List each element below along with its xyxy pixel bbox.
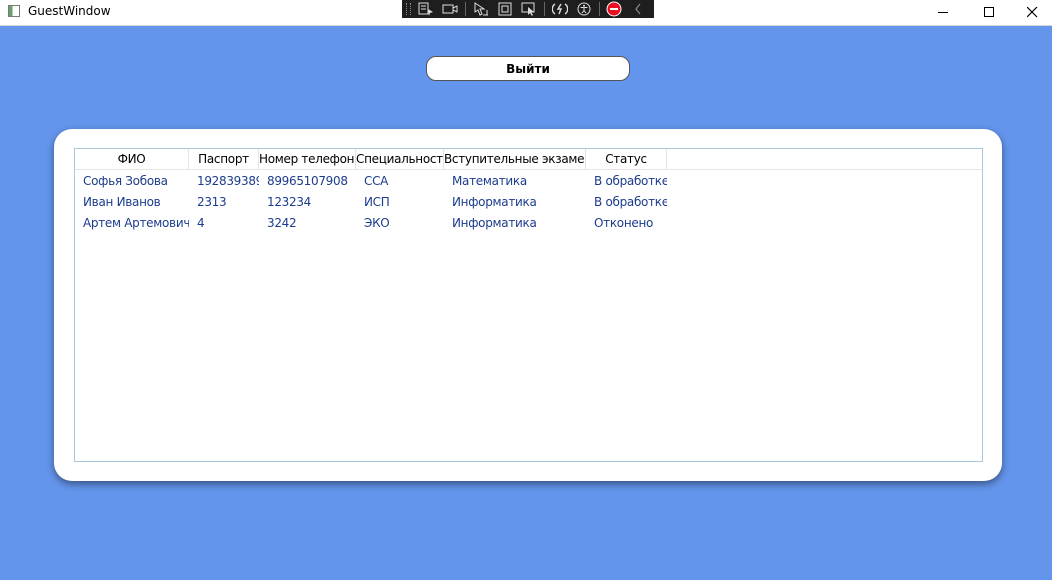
accessibility-icon[interactable] [575, 1, 592, 17]
column-header-exams[interactable]: Вступительные экзамены [444, 149, 586, 169]
cell-exams[interactable]: Математика [444, 171, 586, 192]
cell-passport[interactable]: 2313 [189, 192, 259, 213]
track-focus-icon[interactable] [441, 1, 458, 17]
column-header-status[interactable]: Статус [586, 149, 667, 169]
select-element-icon[interactable] [417, 1, 434, 17]
cell-passport[interactable]: 192839389 [189, 171, 259, 192]
table-row[interactable]: Иван Иванов 2313 123234 ИСП Информатика … [75, 192, 982, 213]
cell-fio[interactable]: Артем Артемович [75, 213, 189, 234]
cell-fio[interactable]: Софья Зобова [75, 171, 189, 192]
column-header-fio[interactable]: ФИО [75, 149, 189, 169]
cell-fio[interactable]: Иван Иванов [75, 192, 189, 213]
applicants-table[interactable]: ФИО Паспорт Номер телефона Специальность… [74, 148, 983, 462]
toolbar-grip[interactable] [406, 3, 412, 15]
column-header-phone[interactable]: Номер телефона [259, 149, 356, 169]
maximize-button[interactable] [966, 0, 1012, 24]
cell-status[interactable]: В обработке [586, 171, 667, 192]
cell-status[interactable]: В обработке [586, 192, 667, 213]
cell-phone[interactable]: 123234 [259, 192, 356, 213]
display-layout-adorners-icon[interactable] [496, 1, 513, 17]
window-title: GuestWindow [28, 4, 111, 18]
minimize-button-2[interactable] [920, 0, 966, 24]
table-header: ФИО Паспорт Номер телефона Специальность… [75, 149, 982, 170]
cell-specialty[interactable]: ЭКО [356, 213, 444, 234]
close-button[interactable] [1012, 0, 1052, 24]
cell-specialty[interactable]: ССА [356, 171, 444, 192]
content-card: ФИО Паспорт Номер телефона Специальность… [54, 129, 1002, 481]
cell-phone[interactable]: 89965107908 [259, 171, 356, 192]
cell-exams[interactable]: Информатика [444, 213, 586, 234]
cell-status[interactable]: Отконено [586, 213, 667, 234]
toolbar-separator [599, 2, 600, 16]
table-body: Софья Зобова 192839389 89965107908 ССА М… [75, 171, 982, 234]
cell-specialty[interactable]: ИСП [356, 192, 444, 213]
column-header-specialty[interactable]: Специальность [356, 149, 444, 169]
debug-toolbar [402, 0, 654, 18]
hot-reload-icon[interactable] [551, 1, 568, 17]
toolbar-separator [465, 2, 467, 16]
cell-exams[interactable]: Информатика [444, 192, 586, 213]
preview-selection-icon[interactable] [520, 1, 537, 17]
minimize-icon [937, 11, 948, 13]
cell-phone[interactable]: 3242 [259, 213, 356, 234]
collapse-icon[interactable] [630, 1, 647, 17]
close-icon [1026, 6, 1037, 17]
cell-passport[interactable]: 4 [189, 213, 259, 234]
binding-errors-icon[interactable] [606, 1, 623, 17]
table-row[interactable]: Артем Артемович 4 3242 ЭКО Информатика О… [75, 213, 982, 234]
app-icon [8, 5, 20, 17]
exit-button[interactable]: Выйти [426, 56, 630, 81]
guest-window: GuestWindow Выйти ФИО Паспорт Номер теле… [0, 0, 1052, 580]
toolbar-separator [544, 2, 546, 16]
table-row[interactable]: Софья Зобова 192839389 89965107908 ССА М… [75, 171, 982, 192]
inspect-element-icon[interactable] [472, 1, 489, 17]
maximize-icon [983, 6, 994, 17]
column-header-passport[interactable]: Паспорт [189, 149, 259, 169]
